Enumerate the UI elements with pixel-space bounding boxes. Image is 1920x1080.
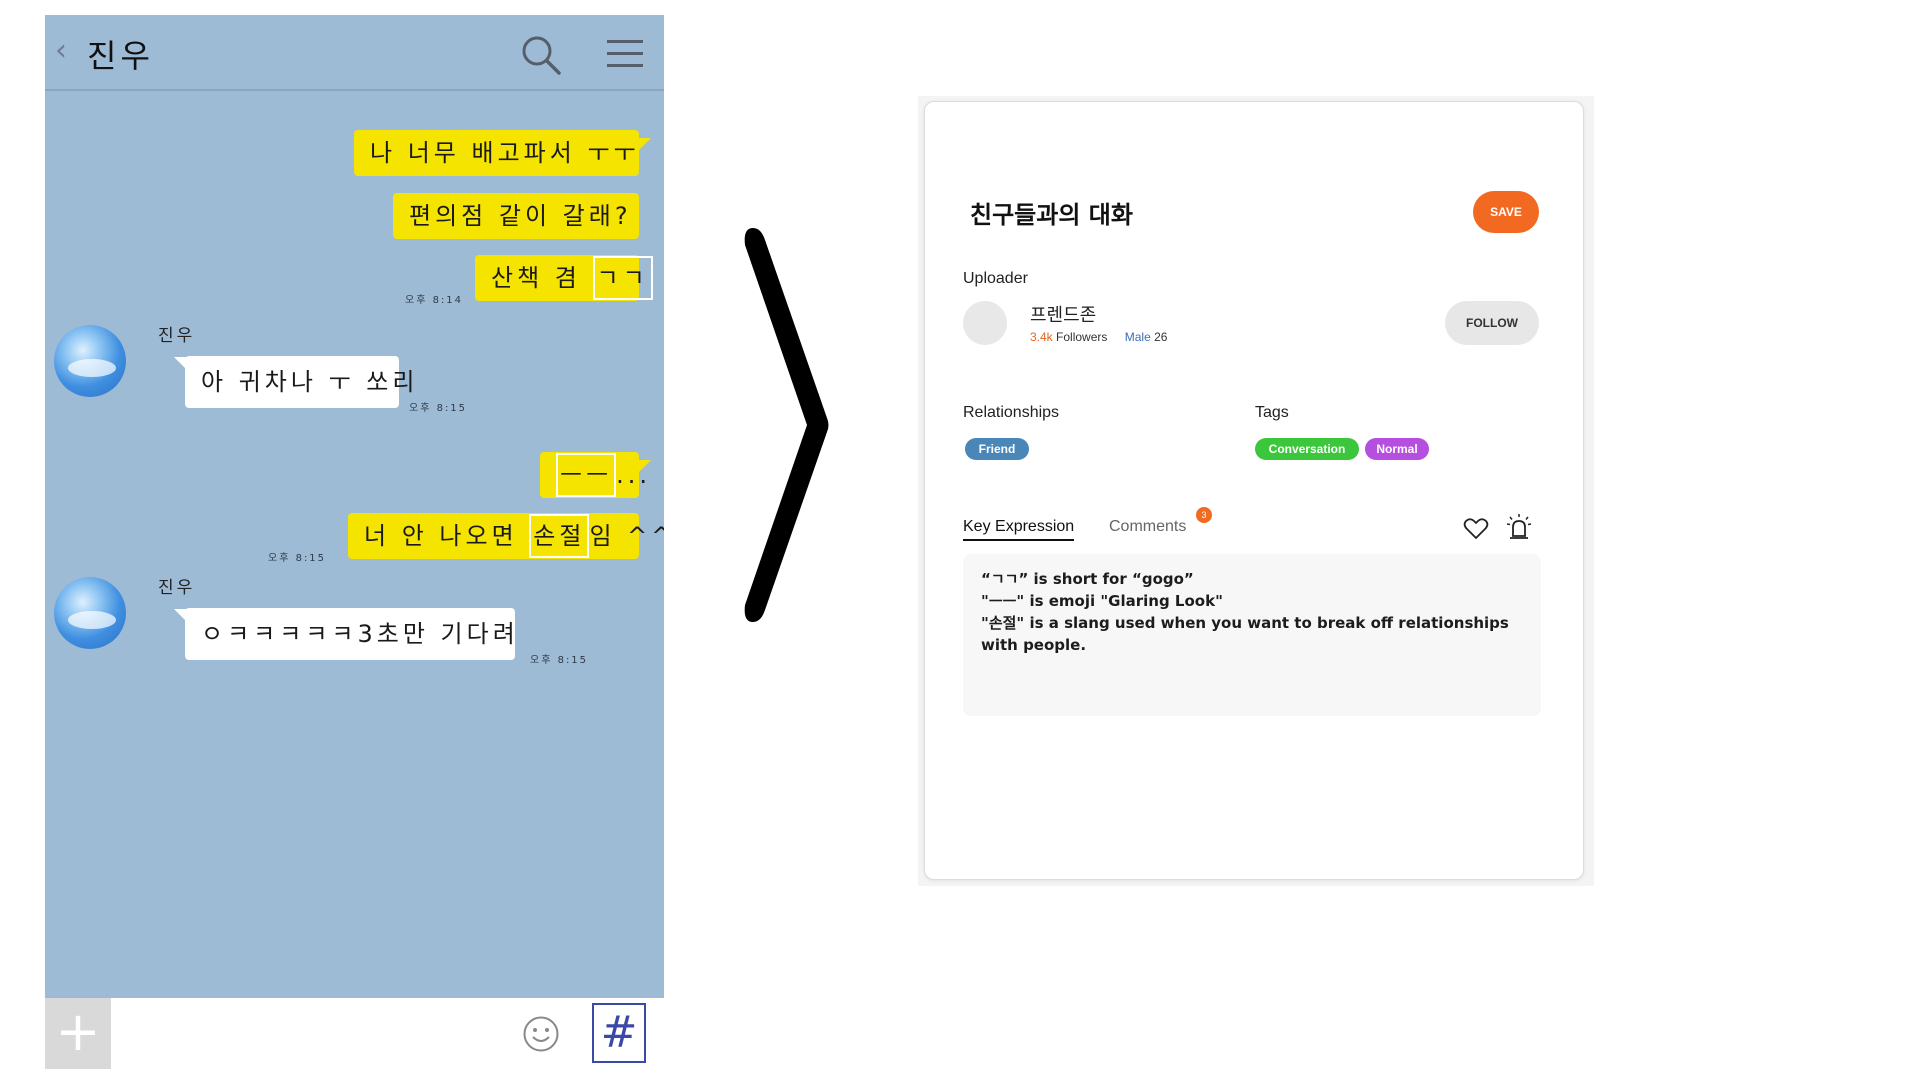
message-text: 임 ^^ (589, 522, 664, 550)
uploader-label: Uploader (963, 270, 1028, 287)
message-text: 편의점 같이 갈래? (409, 202, 632, 230)
tab-comments[interactable]: Comments (1109, 518, 1186, 536)
menu-icon[interactable] (605, 37, 645, 71)
highlighted-expression: 손절 (529, 514, 590, 558)
hashtag-button[interactable]: # (592, 1003, 646, 1063)
tags-label: Tags (1255, 404, 1289, 421)
message-bubble-sent[interactable]: 산책 겸 ㄱㄱ (475, 255, 653, 301)
message-time: 오후 8:15 (530, 655, 589, 666)
message-text: 나 너무 배고파서 ㅜㅜ (370, 139, 640, 167)
heart-icon[interactable] (1463, 517, 1489, 541)
message-bubble-sent[interactable]: 편의점 같이 갈래? (393, 193, 639, 239)
key-expression-line: "ㅡㅡ" is emoji "Glaring Look" (981, 592, 1223, 610)
message-bubble-received[interactable]: ㅇㅋㅋㅋㅋㅋ3초만 기다려 (185, 608, 515, 660)
message-text: ㅇㅋㅋㅋㅋㅋ3초만 기다려 (201, 620, 519, 648)
relationships-label: Relationships (963, 404, 1060, 421)
chat-header: ‹ 진우 (45, 15, 664, 91)
smiley-icon[interactable] (522, 1015, 560, 1053)
chevron-left-icon[interactable]: ‹ (55, 33, 67, 68)
uploader-meta: 3.4k Followers Male 26 (1030, 330, 1167, 344)
key-expression-panel: “ㄱㄱ” is short for “gogo” "ㅡㅡ" is emoji "… (963, 554, 1541, 716)
message-text: 산책 겸 (491, 264, 593, 292)
avatar[interactable] (54, 325, 126, 397)
message-text: 너 안 나오면 (364, 522, 530, 550)
chat-screen: ‹ 진우 나 너무 배고파서 ㅜㅜ 편의점 같이 갈래? 산책 겸 ㄱㄱ 오후 … (45, 15, 664, 1069)
key-expression-line: “ㄱㄱ” is short for “gogo” (981, 570, 1194, 588)
expression-card: 친구들과의 대화 SAVE Uploader 프렌드존 3.4k Followe… (924, 101, 1584, 880)
highlighted-expression: ㄱㄱ (592, 256, 653, 300)
relationship-tag-friend[interactable]: Friend (965, 438, 1029, 460)
uploader-gender: Male (1124, 330, 1151, 344)
tag-conversation[interactable]: Conversation (1255, 438, 1359, 460)
highlighted-expression: ㅡㅡ (556, 453, 617, 497)
uploader-age: 26 (1154, 330, 1168, 344)
key-expression-line: "손절" is a slang used when you want to br… (981, 614, 1509, 654)
comments-count-badge: 3 (1196, 507, 1212, 523)
chevron-right-icon (744, 228, 829, 622)
save-button[interactable]: SAVE (1473, 191, 1539, 233)
message-time: 오후 8:14 (405, 295, 464, 306)
sender-name: 진우 (158, 326, 196, 346)
bubble-tail (637, 138, 651, 152)
card-title: 친구들과의 대화 (970, 201, 1133, 229)
followers-label: Followers (1056, 330, 1108, 344)
message-text: 아 귀차나 ㅜ 쏘리 (201, 368, 419, 396)
message-bubble-sent[interactable]: 나 너무 배고파서 ㅜㅜ (354, 130, 639, 176)
message-bubble-sent[interactable]: ㅡㅡ... (540, 452, 647, 498)
add-attachment-button[interactable]: + (45, 998, 111, 1069)
followers-count: 3.4k (1030, 330, 1053, 344)
tab-key-expression[interactable]: Key Expression (963, 518, 1075, 541)
avatar[interactable] (54, 577, 126, 649)
alarm-icon[interactable] (1505, 512, 1533, 542)
card-backdrop: 친구들과의 대화 SAVE Uploader 프렌드존 3.4k Followe… (918, 96, 1594, 886)
bubble-tail (637, 460, 651, 474)
message-bubble-received[interactable]: 아 귀차나 ㅜ 쏘리 (185, 356, 414, 408)
chat-input-bar: + # (45, 998, 664, 1069)
sender-name: 진우 (158, 578, 196, 598)
follow-button[interactable]: FOLLOW (1445, 301, 1539, 345)
tag-normal[interactable]: Normal (1365, 438, 1429, 460)
avatar[interactable] (963, 301, 1007, 345)
chat-title: 진우 (87, 37, 154, 75)
message-time: 오후 8:15 (409, 403, 468, 414)
message-bubble-sent[interactable]: 너 안 나오면 손절임 ^^ (348, 513, 664, 559)
message-time: 오후 8:15 (268, 553, 327, 564)
search-icon[interactable] (519, 33, 563, 77)
uploader-name[interactable]: 프렌드존 (1030, 301, 1096, 327)
